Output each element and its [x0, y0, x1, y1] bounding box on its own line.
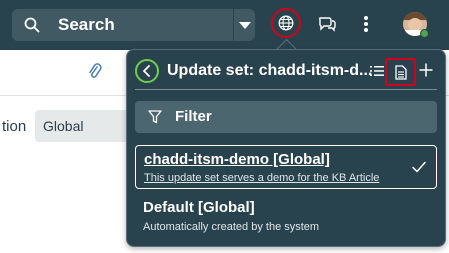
filter-input[interactable]: Filter	[135, 101, 437, 133]
plus-icon[interactable]	[419, 63, 433, 77]
popover-title: Update set: chadd-itsm-d...	[167, 62, 373, 79]
kebab-icon[interactable]	[361, 14, 371, 34]
update-set-item[interactable]: Default [Global] Automatically created b…	[135, 199, 437, 239]
chat-icon[interactable]	[318, 15, 336, 33]
chevron-down-icon[interactable]	[235, 9, 255, 41]
paperclip-icon[interactable]	[88, 63, 102, 81]
update-set-popover: Update set: chadd-itsm-d... Filter chadd…	[126, 49, 446, 247]
filter-icon	[148, 110, 162, 124]
application-field[interactable]: Global	[35, 110, 135, 142]
search-box[interactable]: Search	[12, 9, 255, 41]
view-update-set-button[interactable]	[385, 58, 416, 86]
list-icon[interactable]	[370, 65, 384, 77]
search-label: Search	[58, 15, 115, 34]
search-divider	[233, 9, 234, 41]
update-set-name: chadd-itsm-demo [Global]	[144, 151, 330, 168]
update-set-description: This update set serves a demo for the KB…	[144, 172, 380, 184]
application-field-value: Global	[43, 118, 84, 134]
filter-placeholder: Filter	[175, 108, 212, 125]
field-label: tion	[2, 118, 27, 135]
online-status-dot	[420, 29, 429, 38]
document-icon	[395, 65, 407, 80]
update-set-description: Automatically created by the system	[143, 221, 320, 233]
update-set-item[interactable]: chadd-itsm-demo [Global] This update set…	[135, 145, 437, 189]
back-button[interactable]	[135, 59, 159, 83]
globe-icon	[278, 15, 294, 31]
update-set-name: Default [Global]	[143, 199, 255, 216]
chevron-left-icon	[143, 65, 150, 77]
popover-divider	[135, 89, 437, 90]
top-header: Search	[0, 0, 449, 50]
check-icon	[412, 161, 426, 173]
globe-button[interactable]	[271, 8, 301, 38]
search-icon	[24, 17, 40, 33]
